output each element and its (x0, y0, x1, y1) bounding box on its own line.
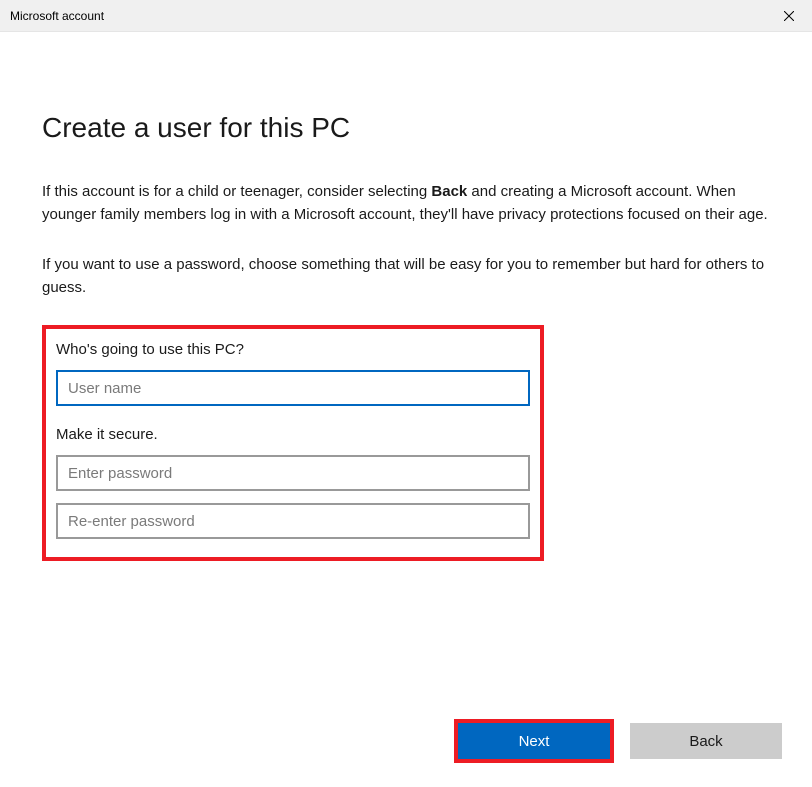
form-section-highlight: Who's going to use this PC? Make it secu… (42, 325, 544, 561)
back-button[interactable]: Back (630, 723, 782, 759)
next-button-highlight: Next (454, 719, 614, 763)
who-label: Who's going to use this PC? (56, 341, 530, 358)
password-input[interactable] (56, 455, 530, 491)
page-title: Create a user for this PC (42, 112, 770, 144)
dialog-content: Create a user for this PC If this accoun… (0, 32, 812, 561)
password-confirm-input[interactable] (56, 503, 530, 539)
window-title: Microsoft account (10, 9, 104, 23)
close-button[interactable] (766, 0, 812, 32)
desc1-part-a: If this account is for a child or teenag… (42, 183, 431, 200)
button-bar: Next Back (454, 719, 782, 763)
close-icon (784, 11, 794, 21)
next-button[interactable]: Next (458, 723, 610, 759)
secure-label: Make it secure. (56, 426, 530, 443)
window-titlebar: Microsoft account (0, 0, 812, 32)
description-password-hint: If you want to use a password, choose so… (42, 253, 770, 300)
username-input[interactable] (56, 370, 530, 406)
desc1-bold: Back (431, 183, 467, 200)
description-child-account: If this account is for a child or teenag… (42, 180, 770, 227)
